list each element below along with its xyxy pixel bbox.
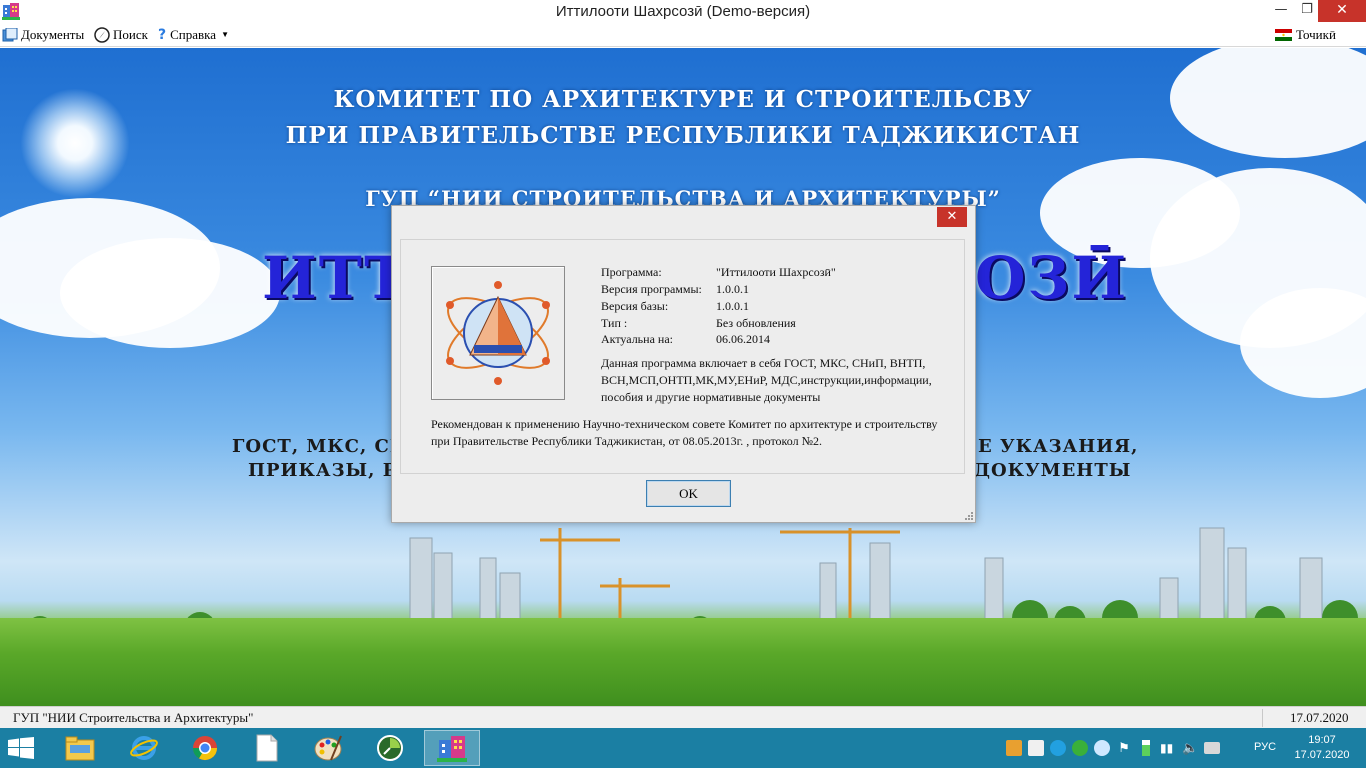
info-label: Версия базы: [601, 299, 669, 313]
taskbar-app-gauge[interactable] [362, 730, 418, 766]
status-bar: ГУП "НИИ Строительства и Архитектуры" 17… [0, 706, 1366, 729]
tray-skype-icon[interactable] [1050, 740, 1066, 756]
info-value: "Иттилооти Шахрсозӣ" [716, 265, 836, 279]
gauge-icon [377, 735, 403, 761]
status-divider [1262, 709, 1263, 727]
program-description: Данная программа включает в себя ГОСТ, М… [601, 356, 932, 404]
grass-image [0, 618, 1366, 706]
dialog-close-button[interactable]: ✕ [937, 207, 967, 227]
government-heading: ПРИ ПРАВИТЕЛЬСТВЕ РЕСПУБЛИКИ ТАДЖИКИСТАН [285, 122, 1081, 149]
info-label: Тип : [601, 316, 628, 330]
tray-app-icon[interactable] [1006, 740, 1022, 756]
big-title-right: ОЗӢ [975, 244, 1129, 312]
dialog-panel: Программа: "Иттилооти Шахрсозӣ" Версия п… [400, 239, 965, 474]
menu-search[interactable]: Поиск [94, 26, 148, 44]
status-date: 17.07.2020 [1290, 710, 1349, 725]
taskbar-document[interactable] [239, 730, 295, 766]
system-tray: ⚑ ▮▮ 🔈 [1006, 740, 1220, 756]
ittilooti-app-icon [437, 736, 467, 762]
keyboard-icon[interactable] [1204, 742, 1220, 754]
compass-icon [94, 27, 110, 43]
signal-icon[interactable]: ▮▮ [1160, 740, 1176, 756]
taskbar-ittilooti-app[interactable] [424, 730, 480, 766]
list2-right: ДОКУМЕНТЫ [974, 460, 1132, 481]
taskbar: ⚑ ▮▮ 🔈 РУС 19:07 17.07.2020 [0, 728, 1366, 768]
recommendation-text: Рекомендован к применению Научно-техниче… [431, 417, 938, 448]
windows-start-icon[interactable] [8, 737, 34, 759]
cloud-image [60, 238, 280, 348]
paint-palette-icon [314, 735, 342, 761]
folder-icon [65, 736, 95, 761]
list1-right: Е УКАЗАНИЯ, [978, 436, 1139, 457]
document-icon [256, 734, 278, 762]
menu-documents-label: Документы [21, 27, 85, 42]
title-bar: Иттилооти Шахрсозӣ (Demo-версия) — ❐ ✕ [0, 0, 1366, 25]
menu-language[interactable]: Точикӣ [1275, 26, 1336, 44]
menu-help-label: Справка [170, 27, 217, 42]
close-button[interactable]: ✕ [1318, 0, 1366, 22]
info-label: Актуальна на: [601, 332, 673, 346]
info-label: Программа: [601, 265, 662, 279]
clock-time: 19:07 [1308, 734, 1336, 746]
taskbar-internet-explorer[interactable] [116, 730, 172, 766]
resize-grip-icon[interactable] [965, 512, 973, 520]
logo-frame [431, 266, 565, 400]
battery-icon[interactable] [1142, 740, 1150, 756]
menu-help[interactable]: ? Справка ▼ [158, 26, 229, 44]
clock-date: 17.07.2020 [1294, 749, 1350, 761]
about-dialog: ✕ Программа: "Иттилооти Шахрсозӣ" Версия… [391, 205, 976, 523]
big-title-left: ИТТ [262, 244, 410, 312]
taskbar-paint[interactable] [300, 730, 356, 766]
volume-icon[interactable]: 🔈 [1182, 740, 1198, 756]
taskbar-clock[interactable]: 19:07 17.07.2020 [1292, 733, 1352, 763]
flag-icon[interactable]: ⚑ [1116, 740, 1132, 756]
taskbar-explorer[interactable] [52, 730, 108, 766]
chevron-down-icon: ▼ [221, 30, 229, 39]
info-value: 1.0.0.1 [716, 282, 749, 296]
documents-icon [2, 28, 18, 42]
chrome-icon [193, 736, 217, 761]
window-title: Иттилооти Шахрсозӣ (Demo-версия) [555, 3, 811, 20]
taskbar-chrome[interactable] [177, 730, 233, 766]
list2-left: ПРИКАЗЫ, РА [248, 460, 413, 481]
info-value: 06.06.2014 [716, 332, 770, 346]
menu-search-label: Поиск [113, 27, 148, 42]
internet-explorer-icon [130, 736, 158, 760]
info-value: 1.0.0.1 [716, 299, 749, 313]
info-value: Без обновления [716, 316, 796, 330]
menu-language-label: Точикӣ [1296, 27, 1336, 42]
committee-heading: КОМИТЕТ ПО АРХИТЕКТУРЕ И СТРОИТЕЛЬСВУ [333, 86, 1033, 113]
taskbar-language[interactable]: РУС [1254, 741, 1276, 753]
tray-network-icon[interactable] [1028, 740, 1044, 756]
tajik-flag-icon [1275, 29, 1292, 41]
question-icon: ? [158, 27, 167, 43]
tray-globe-icon[interactable] [1094, 740, 1110, 756]
tray-check-icon[interactable] [1072, 740, 1088, 756]
menu-documents[interactable]: Документы [2, 26, 84, 44]
menu-bar: Документы Поиск ? Справка ▼ Точикӣ [0, 24, 1366, 47]
list1-left: ГОСТ, МКС, СН [232, 436, 408, 457]
institute-logo-icon [446, 281, 550, 385]
info-label: Версия программы: [601, 282, 702, 296]
program-info: Программа: "Иттилооти Шахрсозӣ" Версия п… [601, 264, 941, 354]
ok-button[interactable]: OK [646, 480, 731, 507]
status-organization: ГУП "НИИ Строительства и Архитектуры" [13, 710, 254, 725]
